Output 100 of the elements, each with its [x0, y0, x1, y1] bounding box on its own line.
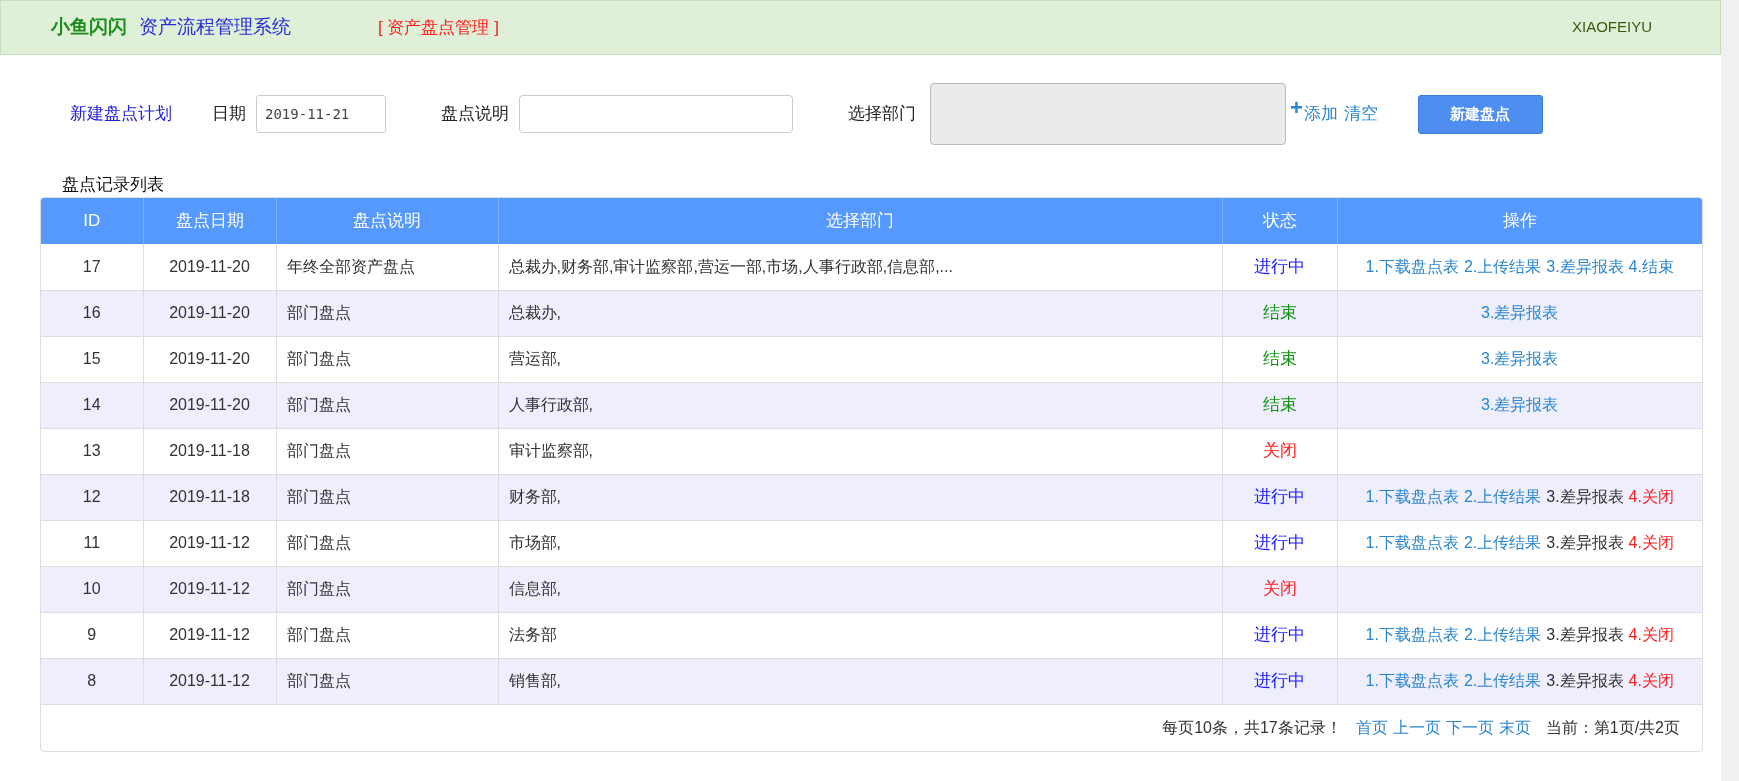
pagination-link[interactable]: 末页 [1498, 715, 1531, 740]
table-cell: 部门盘点 [276, 566, 498, 612]
action-link[interactable]: 3.差异报表 [1546, 672, 1624, 689]
action-link[interactable]: 3.差异报表 [1481, 396, 1559, 413]
action-link[interactable]: 1.下载盘点表 [1365, 257, 1459, 275]
table-cell: 12 [41, 474, 143, 520]
date-field[interactable]: 2019-11-21 [256, 95, 386, 133]
table-cell: 总裁办,财务部,审计监察部,营运一部,市场,人事行政部,信息部,... [498, 244, 1222, 290]
table-cell: 11 [41, 520, 143, 566]
action-link[interactable]: 3.差异报表 [1481, 304, 1559, 321]
date-label: 日期 [212, 103, 246, 126]
status-cell: 进行中 [1222, 474, 1337, 520]
column-header: 状态 [1222, 198, 1337, 244]
table-cell: 部门盘点 [276, 336, 498, 382]
column-header: 盘点日期 [143, 198, 276, 244]
action-link[interactable]: 4.关闭 [1628, 488, 1674, 505]
table-cell: 17 [41, 244, 143, 290]
status-cell: 进行中 [1222, 612, 1337, 658]
table-cell: 法务部 [498, 612, 1222, 658]
table-cell: 2019-11-12 [143, 658, 276, 704]
status-cell: 进行中 [1222, 244, 1337, 290]
table-cell: 2019-11-12 [143, 566, 276, 612]
table-cell: 2019-11-12 [143, 612, 276, 658]
table-cell: 年终全部资产盘点 [276, 244, 498, 290]
pagination-summary: 每页10条，共17条记录！ [1162, 717, 1342, 738]
pagination-link[interactable]: 首页 [1355, 715, 1388, 740]
table-cell: 部门盘点 [276, 658, 498, 704]
status-cell: 结束 [1222, 336, 1337, 382]
column-header: 盘点说明 [276, 198, 498, 244]
pagination-link[interactable]: 下一页 [1445, 715, 1494, 740]
table-cell: 销售部, [498, 658, 1222, 704]
table-cell: 2019-11-12 [143, 520, 276, 566]
action-link[interactable]: 1.下载盘点表 [1365, 534, 1459, 551]
table-cell: 总裁办, [498, 290, 1222, 336]
module-title: [ 资产盘点管理 ] [378, 16, 499, 39]
table-cell: 部门盘点 [276, 382, 498, 428]
action-link[interactable]: 4.关闭 [1628, 672, 1674, 689]
status-cell: 结束 [1222, 382, 1337, 428]
table-cell: 2019-11-20 [143, 290, 276, 336]
action-link[interactable]: 3.差异报表 [1546, 257, 1624, 275]
status-cell: 进行中 [1222, 658, 1337, 704]
create-button[interactable]: 新建盘点 [1417, 94, 1543, 134]
table-cell: 2019-11-20 [143, 336, 276, 382]
user-name: XIAOFEIYU [1571, 17, 1652, 38]
table-cell: 2019-11-18 [143, 428, 276, 474]
add-link[interactable]: 添加 [1303, 101, 1338, 127]
column-header: ID [41, 198, 143, 244]
system-title: 资产流程管理系统 [139, 15, 291, 40]
action-link[interactable]: 3.差异报表 [1546, 626, 1624, 643]
status-cell: 结束 [1222, 290, 1337, 336]
status-cell: 进行中 [1222, 520, 1337, 566]
brand-name: 小鱼闪闪 [51, 15, 127, 40]
action-link[interactable]: 3.差异报表 [1481, 350, 1559, 367]
action-link[interactable]: 2.上传结果 [1463, 626, 1542, 643]
table-cell: 市场部, [498, 520, 1222, 566]
column-header: 选择部门 [498, 198, 1222, 244]
table-cell: 10 [41, 566, 143, 612]
action-link[interactable]: 4.结束 [1628, 257, 1674, 275]
add-icon: + [1290, 90, 1303, 124]
table-cell: 部门盘点 [276, 428, 498, 474]
table-cell: 人事行政部, [498, 382, 1222, 428]
table-cell: 部门盘点 [276, 612, 498, 658]
status-cell: 关闭 [1222, 566, 1337, 612]
table-cell: 部门盘点 [276, 520, 498, 566]
current-page-text: 当前：第1页/共2页 [1545, 717, 1680, 738]
table-cell: 信息部, [498, 566, 1222, 612]
description-label: 盘点说明 [441, 103, 509, 126]
action-link[interactable]: 2.上传结果 [1463, 257, 1542, 275]
action-link[interactable]: 4.关闭 [1628, 534, 1674, 551]
action-link[interactable]: 2.上传结果 [1463, 534, 1542, 551]
action-link[interactable]: 3.差异报表 [1546, 534, 1624, 551]
pagination-link[interactable]: 上一页 [1392, 715, 1441, 740]
table-cell: 15 [41, 336, 143, 382]
table-cell: 营运部, [498, 336, 1222, 382]
action-link[interactable]: 3.差异报表 [1546, 488, 1624, 505]
department-field[interactable] [930, 83, 1286, 145]
action-link[interactable]: 2.上传结果 [1463, 672, 1542, 689]
status-cell: 关闭 [1222, 428, 1337, 474]
action-link[interactable]: 2.上传结果 [1463, 488, 1542, 505]
table-title: 盘点记录列表 [61, 174, 165, 196]
table-cell: 13 [41, 428, 143, 474]
new-plan-link[interactable]: 新建盘点计划 [70, 101, 172, 127]
action-link[interactable]: 1.下载盘点表 [1365, 488, 1459, 505]
column-header: 操作 [1337, 198, 1702, 244]
table-cell: 8 [41, 658, 143, 704]
table-cell: 财务部, [498, 474, 1222, 520]
action-link[interactable]: 1.下载盘点表 [1365, 672, 1459, 689]
table-cell: 16 [41, 290, 143, 336]
table-cell: 14 [41, 382, 143, 428]
table-cell: 审计监察部, [498, 428, 1222, 474]
description-field[interactable] [519, 95, 793, 133]
table-cell: 部门盘点 [276, 290, 498, 336]
clear-link[interactable]: 清空 [1343, 101, 1378, 127]
action-link[interactable]: 4.关闭 [1628, 626, 1674, 643]
table-cell: 9 [41, 612, 143, 658]
table-cell: 部门盘点 [276, 474, 498, 520]
action-link[interactable]: 1.下载盘点表 [1365, 626, 1459, 643]
table-cell: 2019-11-20 [143, 382, 276, 428]
table-cell: 2019-11-18 [143, 474, 276, 520]
department-label: 选择部门 [848, 103, 916, 126]
